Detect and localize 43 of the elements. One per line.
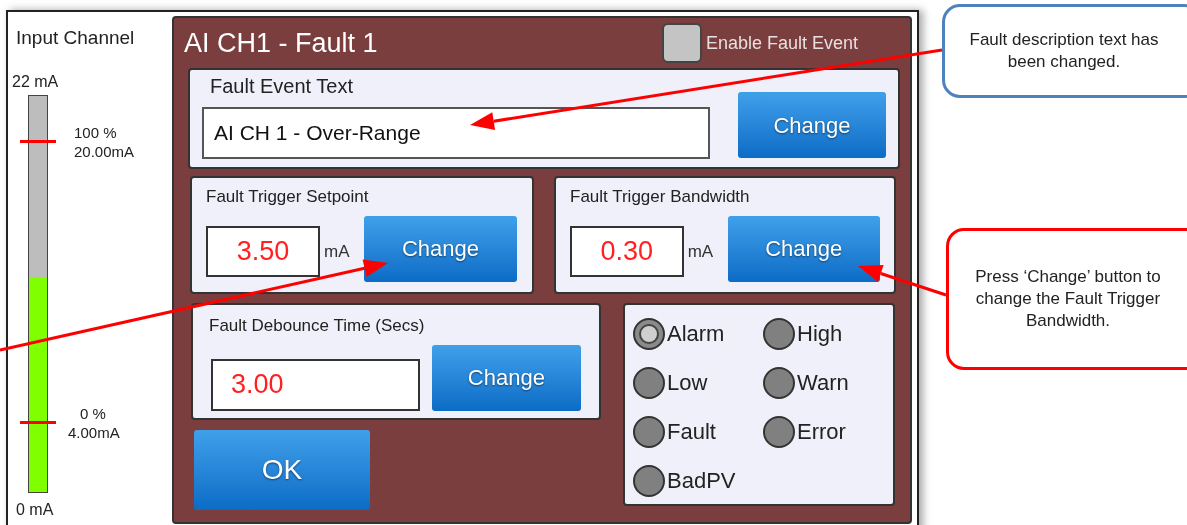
radio-button[interactable] (633, 366, 665, 399)
callout-text: Fault description text has been changed. (968, 28, 1160, 73)
radio-label: Low (667, 369, 708, 397)
change-button[interactable]: Change (364, 215, 517, 282)
radio-button[interactable] (633, 464, 665, 497)
scale-label: 100 % (74, 123, 117, 143)
text-field[interactable]: AI CH 1 - Over-Range (202, 107, 710, 159)
change-button[interactable]: Change (431, 344, 581, 411)
number-field[interactable]: 3.00 (211, 358, 420, 411)
card-title: Fault Trigger Bandwidth (570, 186, 751, 208)
tick-mark (20, 140, 56, 143)
scale-label: 22 mA (12, 72, 59, 92)
callout-text: Press ‘Change’ button to change the Fault Trigger Bandwidth. (974, 265, 1162, 333)
scale-label: 0 mA (16, 500, 54, 520)
dialog-title: AI CH1 - Fault 1 (184, 26, 378, 60)
card-title: Fault Debounce Time (Secs) (209, 315, 426, 337)
change-button[interactable]: Change (738, 92, 886, 158)
panel-title: Input Channel (16, 26, 135, 50)
change-button[interactable]: Change (727, 215, 880, 282)
radio-button[interactable] (763, 317, 795, 350)
card-title: Fault Event Text (210, 74, 355, 99)
radio-button[interactable] (633, 317, 665, 350)
radio-button[interactable] (763, 415, 795, 448)
checkbox[interactable] (661, 23, 702, 63)
unit-label: mA (687, 240, 715, 263)
radio-button[interactable] (633, 415, 665, 448)
radio-label: High (797, 320, 843, 348)
radio-label: Warn (797, 369, 849, 397)
radio-label: Fault (667, 418, 716, 446)
number-field[interactable]: 0.30 (570, 226, 684, 277)
ok-button[interactable]: OK (194, 430, 370, 510)
scale-label: 20.00mA (74, 142, 135, 162)
tick-mark (20, 421, 56, 424)
radio-label: Alarm (667, 320, 725, 348)
scale-label: 4.00mA (68, 423, 120, 443)
radio-button[interactable] (763, 366, 795, 399)
checkbox-label: Enable Fault Event (705, 31, 858, 55)
radio-label: Error (797, 418, 846, 446)
number-field[interactable]: 3.50 (206, 226, 320, 277)
scale-label: 0 % (80, 404, 106, 424)
radio-label: BadPV (667, 467, 736, 495)
card-title: Fault Trigger Setpoint (206, 186, 370, 208)
unit-label: mA (324, 240, 351, 263)
